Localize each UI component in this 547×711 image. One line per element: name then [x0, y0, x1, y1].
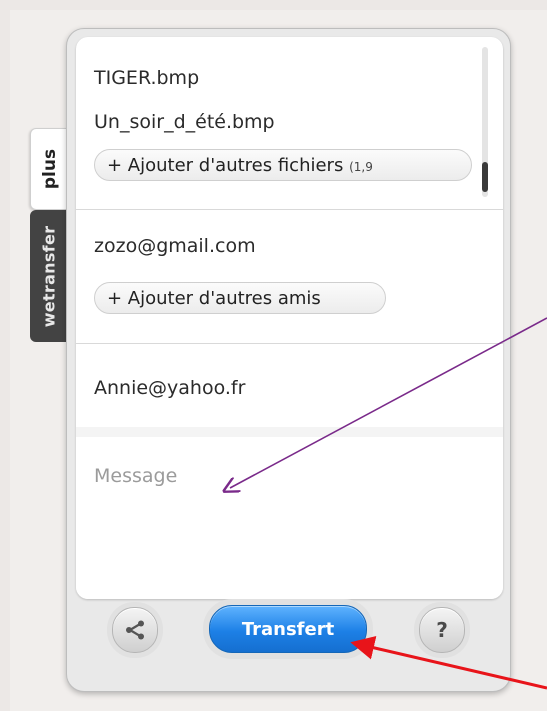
purple-arrow — [230, 317, 547, 488]
red-arrow — [350, 636, 547, 690]
annotation-arrows — [0, 317, 547, 690]
